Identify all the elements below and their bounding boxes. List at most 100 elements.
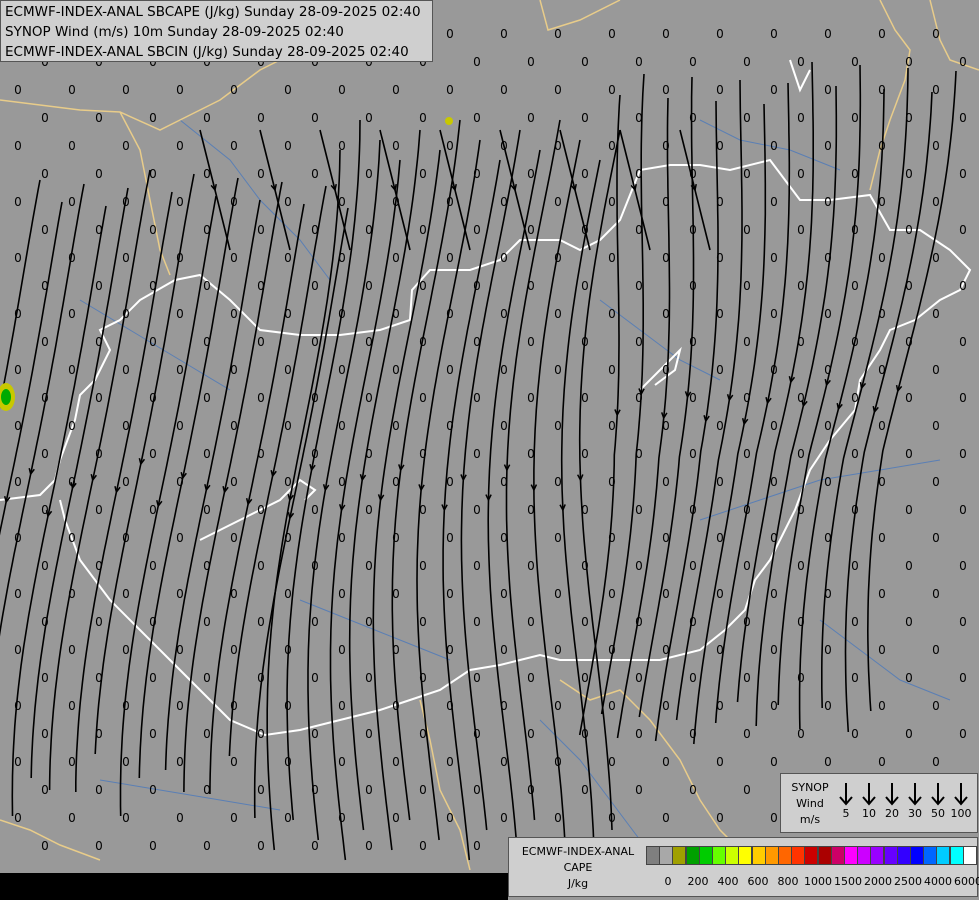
sbcin-value: 0 [446, 755, 454, 769]
sbcin-value: 0 [878, 139, 886, 153]
sbcin-value: 0 [959, 111, 967, 125]
regional-border [539, 0, 621, 31]
streamline [755, 85, 838, 727]
sbcin-value: 0 [824, 755, 832, 769]
sbcin-value: 0 [419, 111, 427, 125]
wind-legend-value: 5 [842, 807, 850, 820]
sbcin-value: 0 [41, 279, 49, 293]
cape-legend: ECMWF-INDEX-ANAL CAPE J/kg 0 200 400 600 800… [508, 837, 979, 897]
sbcin-value: 0 [959, 615, 967, 629]
sbcin-value: 0 [446, 643, 454, 657]
sbcin-value: 0 [41, 447, 49, 461]
wind-legend-value: 10 [862, 807, 876, 820]
sbcin-value: 0 [851, 615, 859, 629]
sbcin-value: 0 [419, 783, 427, 797]
sbcin-value: 0 [68, 195, 76, 209]
sbcin-value: 0 [959, 447, 967, 461]
sbcin-value: 0 [797, 447, 805, 461]
sbcin-value: 0 [581, 111, 589, 125]
river [179, 119, 331, 281]
sbcin-value: 0 [500, 251, 508, 265]
sbcin-value: 0 [365, 391, 373, 405]
sbcin-value: 0 [311, 615, 319, 629]
sbcin-value: 0 [662, 811, 670, 825]
sbcin-value: 0 [959, 391, 967, 405]
sbcin-value: 0 [959, 335, 967, 349]
sbcin-value: 0 [68, 755, 76, 769]
sbcin-value: 0 [608, 195, 616, 209]
sbcin-value: 0 [14, 419, 22, 433]
sbcin-value: 0 [905, 223, 913, 237]
sbcin-value: 0 [581, 615, 589, 629]
sbcin-value: 0 [932, 83, 940, 97]
sbcin-value: 0 [743, 223, 751, 237]
streamline [138, 177, 239, 779]
sbcin-value: 0 [689, 615, 697, 629]
sbcin-value: 0 [959, 559, 967, 573]
cape-tick-label: 2000 [864, 875, 892, 888]
sbcin-value: 0 [122, 251, 130, 265]
sbcin-value: 0 [392, 363, 400, 377]
sbcin-value: 0 [284, 531, 292, 545]
sbcin-value: 0 [716, 755, 724, 769]
sbcin-value: 0 [203, 671, 211, 685]
sbcin-value: 0 [122, 195, 130, 209]
sbcin-value: 0 [500, 587, 508, 601]
sbcin-value: 0 [527, 55, 535, 69]
sbcin-value: 0 [311, 839, 319, 853]
sbcin-value: 0 [716, 587, 724, 601]
sbcin-value: 0 [392, 755, 400, 769]
sbcin-value: 0 [230, 363, 238, 377]
weather-map[interactable]: 0 0 0 0 0 0 0 0 0 0 0 0 0 0 0 0 0 0 0 0 0 0 0 0 0 0 0 0 0 0 0 0 0 0 0 0 0 0 0 0… [0, 0, 979, 900]
wind-legend-value: 30 [908, 807, 922, 820]
sbcin-value: 0 [41, 111, 49, 125]
sbcin-value: 0 [527, 111, 535, 125]
sbcin-value: 0 [554, 195, 562, 209]
sbcin-value: 0 [41, 727, 49, 741]
sbcin-value: 0 [284, 307, 292, 321]
title-sbcin: ECMWF-INDEX-ANAL SBCIN (J/kg) Sunday 28-… [5, 44, 409, 60]
sbcin-value: 0 [68, 699, 76, 713]
wind-legend-unit: m/s [799, 813, 821, 826]
sbcin-value: 0 [878, 755, 886, 769]
sbcin-value: 0 [554, 475, 562, 489]
river [819, 619, 951, 701]
sbcin-value: 0 [230, 139, 238, 153]
sbcin-value: 0 [311, 503, 319, 517]
sbcin-value: 0 [446, 83, 454, 97]
sbcin-value: 0 [716, 139, 724, 153]
sbcin-value: 0 [932, 139, 940, 153]
sbcin-value: 0 [230, 811, 238, 825]
cape-swatch [923, 846, 938, 865]
sbcin-value: 0 [608, 307, 616, 321]
sbcin-value: 0 [500, 195, 508, 209]
sbcin-value: 0 [365, 503, 373, 517]
sbcin-value: 0 [635, 223, 643, 237]
sbcin-value: 0 [527, 671, 535, 685]
sbcin-value: 0 [446, 27, 454, 41]
sbcin-value: 0 [878, 419, 886, 433]
sbcin-value: 0 [608, 83, 616, 97]
cape-swatch [764, 846, 779, 865]
sbcin-value: 0 [662, 531, 670, 545]
sbcin-value: 0 [446, 699, 454, 713]
sbcin-value: 0 [689, 559, 697, 573]
sbcin-value: 0 [149, 279, 157, 293]
sbcin-value: 0 [149, 503, 157, 517]
sbcin-value: 0 [473, 279, 481, 293]
sbcin-value: 0 [770, 531, 778, 545]
sbcin-value: 0 [905, 503, 913, 517]
sbcin-value: 0 [554, 83, 562, 97]
sbcin-value: 0 [284, 139, 292, 153]
sbcin-value: 0 [689, 727, 697, 741]
sbcin-value: 0 [662, 27, 670, 41]
sbcin-value: 0 [527, 391, 535, 405]
sbcin-value: 0 [581, 167, 589, 181]
sbcin-value: 0 [365, 447, 373, 461]
sbcin-value: 0 [95, 559, 103, 573]
sbcin-value: 0 [689, 391, 697, 405]
sbcin-value: 0 [392, 475, 400, 489]
sbcin-value: 0 [500, 363, 508, 377]
sbcin-value: 0 [500, 643, 508, 657]
sbcin-value: 0 [932, 307, 940, 321]
